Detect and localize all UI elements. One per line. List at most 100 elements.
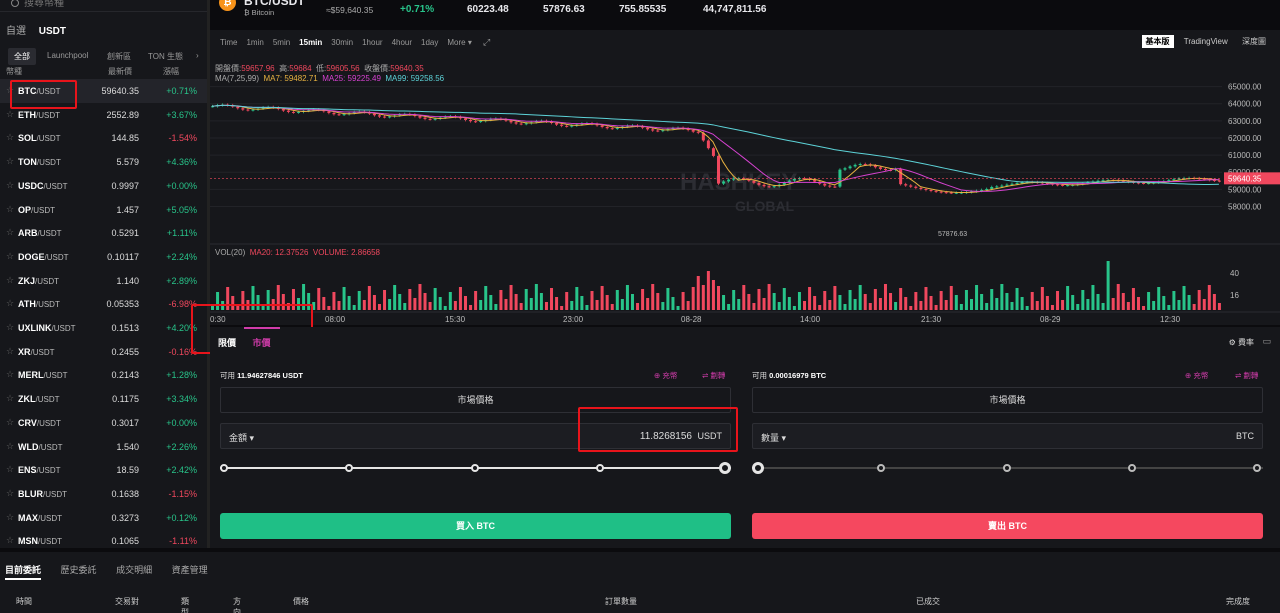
slider-mark-25[interactable] xyxy=(877,464,885,472)
star-icon[interactable]: ☆ xyxy=(6,393,14,404)
market-row[interactable]: ☆ SOL/USDT 144.85 -1.54% xyxy=(0,126,207,150)
candle-body xyxy=(853,164,857,167)
star-icon[interactable]: ☆ xyxy=(6,346,14,357)
market-row[interactable]: ☆ ATH/USDT 0.05353 -6.98% xyxy=(0,292,207,316)
market-row[interactable]: ☆ ZKJ/USDT 1.140 +2.89% xyxy=(0,269,207,293)
search-input[interactable] xyxy=(24,0,194,10)
buy-amount-type-select[interactable]: 金額 ▾ xyxy=(229,431,254,444)
market-row[interactable]: ☆ MAX/USDT 0.3273 +0.12% xyxy=(0,506,207,530)
subtab-all[interactable]: 全部 xyxy=(8,48,36,65)
star-icon[interactable]: ☆ xyxy=(6,488,14,499)
star-icon[interactable]: ☆ xyxy=(6,441,14,452)
market-row[interactable]: ☆ XR/USDT 0.2455 -0.16% xyxy=(0,340,207,364)
exchange-app: 自選 USDT 全部 Launchpool 創新區 TON 生態 › 幣種 最新… xyxy=(0,0,1280,613)
slider-mark-75[interactable] xyxy=(1128,464,1136,472)
slider-mark-75[interactable] xyxy=(596,464,604,472)
buy-percent-slider[interactable] xyxy=(220,462,731,474)
star-icon[interactable]: ☆ xyxy=(6,109,14,120)
market-row[interactable]: ☆ BLUR/USDT 0.1638 -1.15% xyxy=(0,482,207,506)
market-pair: USDC/USDT xyxy=(18,180,68,191)
column-change[interactable]: 漲幅 xyxy=(163,66,179,77)
sell-amount-field[interactable]: 數量 ▾ BTC xyxy=(752,423,1263,449)
star-icon[interactable]: ☆ xyxy=(6,156,14,167)
star-icon[interactable]: ☆ xyxy=(6,512,14,523)
candle-body xyxy=(1096,180,1100,182)
volume-bar xyxy=(919,301,923,310)
star-icon[interactable]: ☆ xyxy=(6,180,14,191)
candle-body xyxy=(524,123,528,125)
market-search[interactable] xyxy=(0,0,207,12)
volume-bar xyxy=(1025,306,1029,310)
buy-transfer-link[interactable]: ⇌ 劃轉 xyxy=(702,370,725,381)
sell-amount-type-select[interactable]: 數量 ▾ xyxy=(761,431,786,444)
buy-deposit-link[interactable]: ⊕ 充幣 xyxy=(654,370,677,381)
book-icon[interactable]: ▭ xyxy=(1262,336,1271,347)
market-change: +1.11% xyxy=(166,228,197,239)
star-icon[interactable]: ☆ xyxy=(6,298,14,309)
volume-bar xyxy=(1167,305,1171,310)
slider-mark-50[interactable] xyxy=(1003,464,1011,472)
sell-deposit-link[interactable]: ⊕ 充幣 xyxy=(1185,370,1208,381)
volume-bar xyxy=(383,290,387,310)
candlestick-chart[interactable]: 65000.00 64000.00 63000.00 62000.00 61000.00… xyxy=(210,30,1280,325)
fee-link[interactable]: ⚙ 費率 xyxy=(1229,337,1254,348)
subtab-innovation[interactable]: 創新區 xyxy=(107,51,131,62)
volume-bar xyxy=(656,293,660,310)
market-row[interactable]: ☆ MSN/USDT 0.1065 -1.11% xyxy=(0,529,207,548)
volume-bar xyxy=(605,295,609,310)
tab-trade-history[interactable]: 成交明細 xyxy=(116,565,152,575)
market-row[interactable]: ☆ MERL/USDT 0.2143 +1.28% xyxy=(0,363,207,387)
market-row[interactable]: ☆ TON/USDT 5.579 +4.36% xyxy=(0,150,207,174)
star-icon[interactable]: ☆ xyxy=(6,132,14,143)
star-icon[interactable]: ☆ xyxy=(6,535,14,546)
star-icon[interactable]: ☆ xyxy=(6,275,14,286)
slider-handle[interactable] xyxy=(752,462,764,474)
sell-transfer-link[interactable]: ⇌ 劃轉 xyxy=(1235,370,1258,381)
market-change: +0.12% xyxy=(166,512,197,523)
tab-market[interactable]: 市價 xyxy=(253,338,271,348)
market-row[interactable]: ☆ USDC/USDT 0.9997 +0.00% xyxy=(0,174,207,198)
buy-button[interactable]: 買入 BTC xyxy=(220,513,731,539)
star-icon[interactable]: ☆ xyxy=(6,417,14,428)
column-pair[interactable]: 幣種 xyxy=(6,66,22,77)
tab-usdt[interactable]: USDT xyxy=(39,26,66,37)
star-icon[interactable]: ☆ xyxy=(6,369,14,380)
volume-bar xyxy=(1162,296,1166,310)
slider-mark-100[interactable] xyxy=(1253,464,1261,472)
market-row[interactable]: ☆ CRV/USDT 0.3017 +0.00% xyxy=(0,411,207,435)
subtab-launchpool[interactable]: Launchpool xyxy=(47,51,88,60)
star-icon[interactable]: ☆ xyxy=(6,204,14,215)
market-price: 1.140 xyxy=(116,275,139,286)
star-icon[interactable]: ☆ xyxy=(6,251,14,262)
slider-mark-25[interactable] xyxy=(345,464,353,472)
market-row[interactable]: ☆ WLD/USDT 1.540 +2.26% xyxy=(0,435,207,459)
subtab-ton[interactable]: TON 生態 xyxy=(148,51,183,62)
tab-order-history[interactable]: 歷史委託 xyxy=(61,565,97,575)
tab-limit[interactable]: 限價 xyxy=(218,338,236,348)
star-icon[interactable]: ☆ xyxy=(6,227,14,238)
market-row[interactable]: ☆ UXLINK/USDT 0.1513 +4.20% xyxy=(0,316,207,340)
tab-open-orders[interactable]: 目前委託 xyxy=(5,565,42,580)
market-row[interactable]: ☆ ZKL/USDT 0.1175 +3.34% xyxy=(0,387,207,411)
column-price[interactable]: 最新價 xyxy=(108,66,132,77)
slider-handle[interactable] xyxy=(719,462,731,474)
chevron-right-icon[interactable]: › xyxy=(196,51,199,60)
slider-mark-0[interactable] xyxy=(220,464,228,472)
market-row[interactable]: ☆ ENS/USDT 18.59 +2.42% xyxy=(0,458,207,482)
candle-body xyxy=(757,182,761,185)
star-icon[interactable]: ☆ xyxy=(6,322,14,333)
sell-percent-slider[interactable] xyxy=(752,462,1263,474)
market-row[interactable]: ☆ OP/USDT 1.457 +5.05% xyxy=(0,198,207,222)
star-icon[interactable]: ☆ xyxy=(6,464,14,475)
tab-favorites[interactable]: 自選 xyxy=(6,26,26,37)
candle-body xyxy=(823,183,827,186)
candle-body xyxy=(1056,184,1060,186)
buy-available: 可用 11.94627846 USDT xyxy=(220,371,303,380)
candle-body xyxy=(828,185,832,187)
sell-button[interactable]: 賣出 BTC xyxy=(752,513,1263,539)
slider-mark-50[interactable] xyxy=(471,464,479,472)
tab-assets[interactable]: 資產管理 xyxy=(172,565,208,575)
market-row[interactable]: ☆ ARB/USDT 0.5291 +1.11% xyxy=(0,221,207,245)
market-row[interactable]: ☆ DOGE/USDT 0.10117 +2.24% xyxy=(0,245,207,269)
candle-body xyxy=(327,111,331,113)
